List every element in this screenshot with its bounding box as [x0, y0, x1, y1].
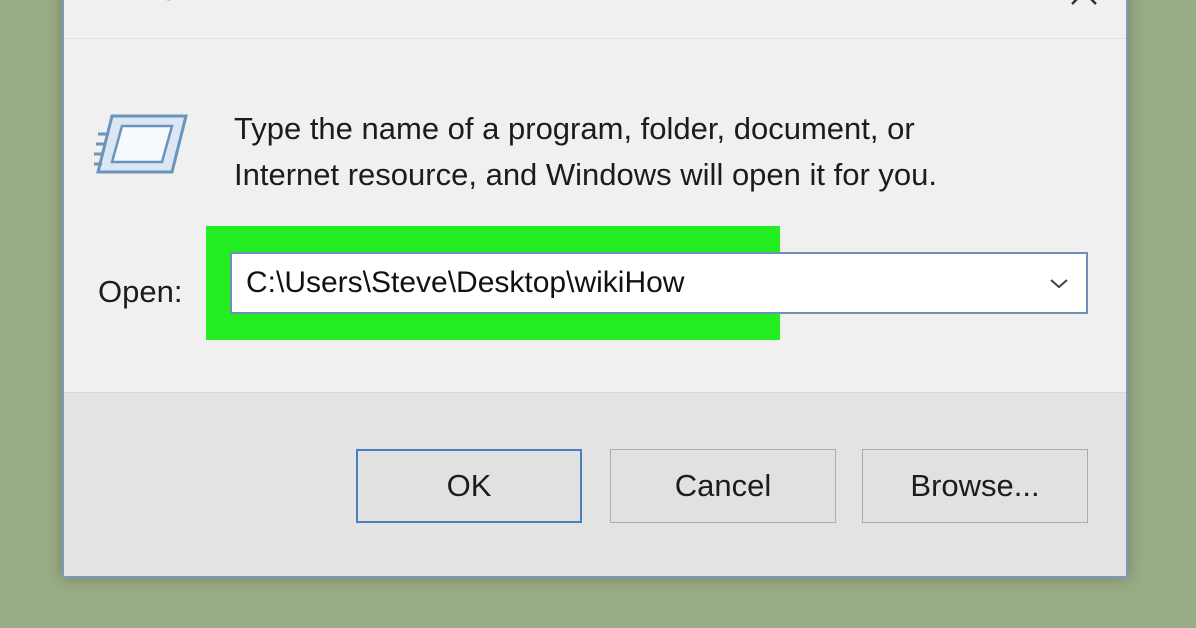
cancel-button[interactable]: Cancel — [610, 449, 836, 523]
run-dialog: Run Type the name of a program, folder, … — [62, 0, 1128, 578]
run-program-icon — [94, 114, 188, 174]
open-combobox[interactable]: C:\Users\Steve\Desktop\wikiHow — [230, 252, 1088, 314]
title-divider — [64, 38, 1126, 39]
run-app-icon — [84, 0, 126, 4]
ok-button[interactable]: OK — [356, 449, 582, 523]
open-input[interactable]: C:\Users\Steve\Desktop\wikiHow — [232, 254, 758, 312]
open-label: Open: — [98, 274, 183, 309]
dialog-description: Type the name of a program, folder, docu… — [234, 106, 1094, 198]
browse-button[interactable]: Browse... — [862, 449, 1088, 523]
description-line-1: Type the name of a program, folder, docu… — [234, 111, 915, 146]
window-title: Run — [140, 0, 195, 8]
chevron-down-icon[interactable] — [1046, 271, 1072, 295]
button-bar: OK Cancel Browse... — [64, 392, 1126, 576]
description-line-2: Internet resource, and Windows will open… — [234, 157, 938, 192]
close-icon[interactable] — [1064, 0, 1104, 10]
